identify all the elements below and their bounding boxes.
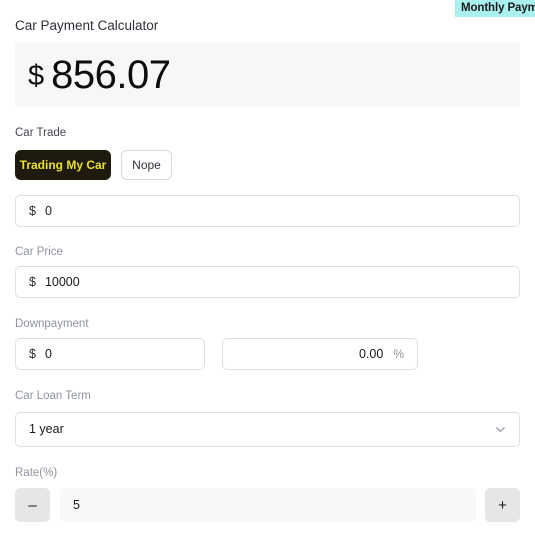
percent-suffix: % [393,347,404,361]
car-trade-option-trading[interactable]: Trading My Car [15,150,111,180]
downpayment-percent-input[interactable]: 0.00 % [222,338,418,370]
car-loan-term-label: Car Loan Term [15,390,91,402]
rate-decrement-button[interactable]: – [15,488,50,522]
downpayment-amount-value: 0 [44,346,52,361]
rate-increment-button[interactable]: + [485,488,520,522]
monthly-payment-badge: Monthly Payment [455,0,535,17]
currency-prefix: $ [29,203,36,218]
plus-icon: + [498,496,507,514]
downpayment-label: Downpayment [15,318,89,330]
rate-value: 5 [73,497,80,512]
rate-input[interactable]: 5 [60,488,476,522]
downpayment-amount-input[interactable]: $ 0 [15,338,205,370]
car-price-input[interactable]: $ 10000 [15,266,520,298]
car-loan-term-select[interactable]: 1 year [15,412,520,447]
badge-row: Monthly Payment [0,0,535,17]
car-trade-label: Car Trade [15,127,67,139]
car-trade-value-input[interactable]: $ 0 [15,195,520,227]
car-loan-term-value: 1 year [29,422,64,437]
car-trade-value: 0 [44,203,52,218]
monthly-payment-value: 856.07 [51,53,171,97]
monthly-payment-amount-group: $ 856.07 [28,43,171,107]
currency-prefix: $ [29,346,36,361]
rate-label: Rate(%) [15,467,58,479]
currency-prefix: $ [29,274,36,289]
minus-icon: – [28,496,37,514]
downpayment-percent-value: 0.00 [358,346,384,361]
calculator-page: Monthly Payment Car Payment Calculator $… [0,0,535,537]
chevron-down-icon [494,423,507,436]
car-trade-option-nope[interactable]: Nope [121,150,172,180]
car-price-value: 10000 [44,274,80,289]
currency-symbol: $ [28,59,45,92]
page-title: Car Payment Calculator [15,18,159,33]
car-price-label: Car Price [15,246,63,258]
monthly-payment-display: $ 856.07 [15,43,520,107]
